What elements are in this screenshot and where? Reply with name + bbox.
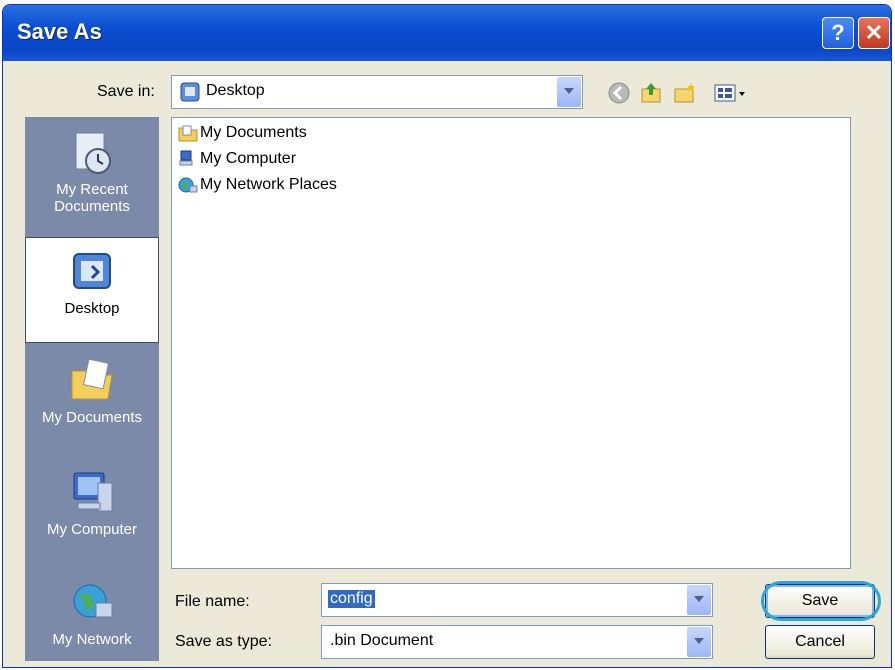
back-icon[interactable] (607, 81, 631, 105)
new-folder-icon[interactable] (673, 81, 697, 105)
list-item-my-network-places[interactable]: My Network Places (178, 176, 337, 194)
file-list[interactable]: My Documents My Computer My Network Plac… (171, 117, 851, 569)
place-my-recent-documents[interactable]: My Recent Documents (25, 129, 159, 215)
file-name: My Documents (200, 124, 307, 142)
place-label-line2: Documents (54, 198, 130, 215)
place-my-documents[interactable]: My Documents (25, 357, 159, 426)
place-label: My Network (52, 631, 132, 648)
title-bar[interactable]: Save As ? ✕ (3, 5, 891, 61)
places-bar: My Recent Documents Desktop My Documents (25, 117, 159, 661)
file-name-value: config (328, 590, 375, 608)
save-as-type-label: Save as type: (175, 633, 272, 650)
list-item-my-computer[interactable]: My Computer (178, 150, 296, 168)
folder-icon (178, 125, 198, 142)
my-computer-icon (73, 472, 113, 512)
save-as-dialog: Save As ? ✕ Save in: Desktop My Recent D… (2, 4, 892, 668)
computer-icon (179, 150, 193, 166)
file-name: My Computer (200, 150, 297, 168)
file-name-input[interactable]: config (321, 583, 713, 617)
views-menu-icon[interactable] (713, 81, 749, 105)
file-name-label: File name: (175, 593, 250, 610)
save-in-combo[interactable]: Desktop (171, 75, 583, 109)
save-as-type-dropdown-arrow[interactable] (687, 627, 711, 657)
window-title: Save As (17, 19, 102, 44)
my-network-icon (73, 584, 113, 618)
file-name: My Network Places (200, 176, 337, 194)
save-in-value: Desktop (206, 82, 265, 99)
place-desktop[interactable]: Desktop (25, 237, 159, 343)
close-button[interactable]: ✕ (858, 17, 890, 49)
highlight-annotation (761, 581, 881, 621)
place-my-computer[interactable]: My Computer (25, 469, 159, 538)
network-icon (178, 177, 198, 193)
desktop-icon (180, 82, 200, 102)
save-as-type-select[interactable]: .bin Document (321, 625, 713, 659)
save-in-label: Save in: (97, 83, 155, 100)
save-as-type-value: .bin Document (330, 632, 434, 649)
place-label: Desktop (64, 300, 120, 317)
place-my-network[interactable]: My Network (25, 579, 159, 648)
my-documents-icon (71, 358, 113, 400)
desktop-place-icon (73, 253, 111, 289)
help-button[interactable]: ? (822, 17, 854, 49)
cancel-button[interactable]: Cancel (765, 625, 875, 659)
place-label: My Documents (41, 409, 143, 426)
save-in-dropdown-arrow[interactable] (557, 77, 581, 107)
place-label-line1: My Recent (56, 181, 128, 198)
list-item-my-documents[interactable]: My Documents (178, 124, 307, 142)
place-label: My Computer (46, 521, 138, 538)
recent-documents-icon (75, 132, 111, 174)
up-folder-icon[interactable] (639, 81, 663, 105)
file-name-dropdown-arrow[interactable] (687, 585, 711, 615)
